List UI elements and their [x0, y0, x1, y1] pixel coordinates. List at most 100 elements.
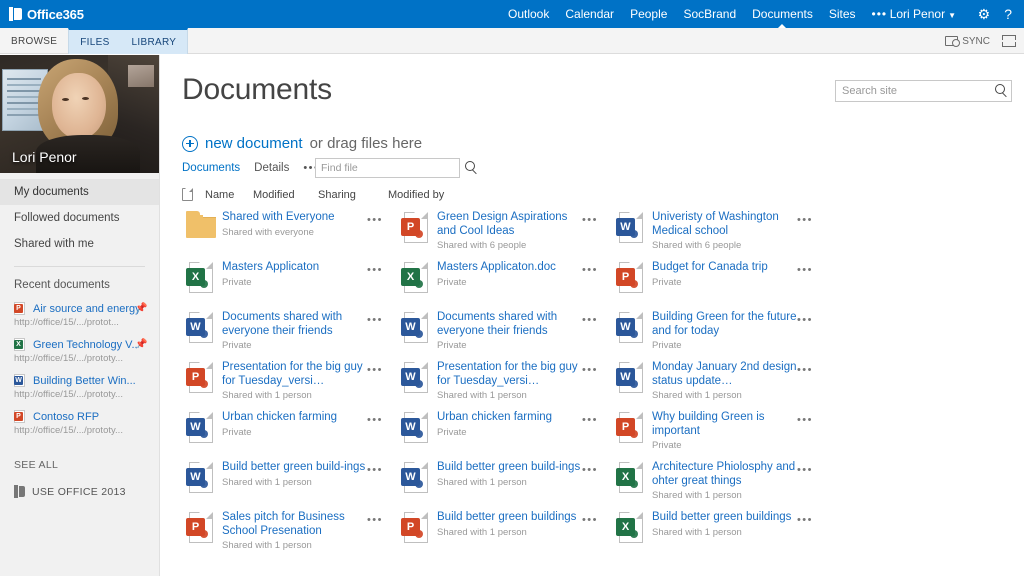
- document-tile[interactable]: W Documents shared with everyone their fr…: [397, 307, 612, 357]
- suite-nav-outlook[interactable]: Outlook: [500, 0, 557, 28]
- suite-nav-calendar[interactable]: Calendar: [557, 0, 622, 28]
- document-tile-menu-icon[interactable]: •••: [797, 314, 813, 326]
- suite-nav-documents[interactable]: Documents: [744, 0, 821, 29]
- document-tile-menu-icon[interactable]: •••: [797, 264, 813, 276]
- gear-icon[interactable]: ⚙: [978, 7, 991, 21]
- use-office-2013-link[interactable]: USE OFFICE 2013: [0, 471, 159, 498]
- document-tile-menu-icon[interactable]: •••: [582, 464, 598, 476]
- document-tile-menu-icon[interactable]: •••: [367, 464, 383, 476]
- document-tile-name[interactable]: Building Green for the future and for to…: [652, 311, 799, 338]
- document-tile[interactable]: W Build better green build-ings Shared wit…: [182, 457, 397, 507]
- document-tile-menu-icon[interactable]: •••: [367, 514, 383, 526]
- document-tile[interactable]: W Urban chicken farming Private •••: [397, 407, 612, 457]
- document-tile-menu-icon[interactable]: •••: [582, 214, 598, 226]
- recent-document-item[interactable]: P Air source and energy http://office/15…: [0, 299, 159, 335]
- suite-nav-sites[interactable]: Sites: [821, 0, 864, 28]
- sidebar-item-followed-documents[interactable]: Followed documents: [0, 205, 159, 231]
- document-tile-menu-icon[interactable]: •••: [367, 314, 383, 326]
- tab-files[interactable]: FILES: [69, 30, 120, 54]
- document-tile-name[interactable]: Why building Green is important: [652, 411, 799, 438]
- document-tile-name[interactable]: Build better green buildings: [652, 511, 799, 525]
- subnav-documents[interactable]: Documents: [182, 162, 254, 174]
- column-header-sharing[interactable]: Sharing: [318, 189, 388, 201]
- document-tile[interactable]: W Presentation for the big guy for Tuesda…: [397, 357, 612, 407]
- find-file-input[interactable]: [316, 162, 461, 174]
- document-tile[interactable]: P Why building Green is important Private •…: [612, 407, 827, 457]
- document-tile-name[interactable]: Build better green build-ings: [222, 461, 369, 475]
- sidebar-item-my-documents[interactable]: My documents: [0, 179, 159, 205]
- document-tile-name[interactable]: Sales pitch for Business School Presenat…: [222, 511, 369, 538]
- document-tile-name[interactable]: Presentation for the big guy for Tuesday…: [437, 361, 584, 388]
- site-search[interactable]: [835, 80, 1012, 102]
- document-tile-menu-icon[interactable]: •••: [797, 364, 813, 376]
- document-tile-menu-icon[interactable]: •••: [582, 514, 598, 526]
- document-tile[interactable]: W Monday January 2nd design status update…: [612, 357, 827, 407]
- document-tile-name[interactable]: Monday January 2nd design status update…: [652, 361, 799, 388]
- document-tile[interactable]: P Sales pitch for Business School Presena…: [182, 507, 397, 557]
- document-tile-name[interactable]: Green Design Aspirations and Cool Ideas: [437, 211, 584, 238]
- plus-circle-icon[interactable]: [182, 135, 198, 152]
- pin-icon[interactable]: 📌: [135, 303, 147, 314]
- document-tile[interactable]: X Architecture Phiolosphy and ohter great…: [612, 457, 827, 507]
- document-tile-menu-icon[interactable]: •••: [797, 514, 813, 526]
- document-tile-name[interactable]: Build better green build-ings: [437, 461, 584, 475]
- search-icon[interactable]: [991, 81, 1011, 101]
- document-tile-name[interactable]: Build better green buildings: [437, 511, 584, 525]
- tab-browse[interactable]: BROWSE: [0, 28, 68, 54]
- document-tile-name[interactable]: Urban chicken farming: [222, 411, 369, 425]
- new-document-link[interactable]: new document: [205, 135, 303, 152]
- sync-button[interactable]: SYNC: [945, 36, 990, 47]
- document-tile-name[interactable]: Documents shared with everyone their fri…: [222, 311, 369, 338]
- document-tile-menu-icon[interactable]: •••: [797, 464, 813, 476]
- document-tile-menu-icon[interactable]: •••: [367, 414, 383, 426]
- focus-on-content-icon[interactable]: [1002, 35, 1016, 47]
- document-tile-menu-icon[interactable]: •••: [367, 364, 383, 376]
- document-tile[interactable]: X Build better green buildings Shared with…: [612, 507, 827, 557]
- recent-document-name[interactable]: Air source and energy: [33, 303, 139, 315]
- office365-brand[interactable]: Office365: [0, 7, 84, 22]
- find-file[interactable]: [315, 158, 475, 178]
- recent-document-name[interactable]: Building Better Win...: [33, 375, 136, 387]
- document-tile-name[interactable]: Documents shared with everyone their fri…: [437, 311, 584, 338]
- recent-document-name[interactable]: Green Technology V...: [33, 339, 139, 351]
- suite-nav-socbrand[interactable]: SocBrand: [675, 0, 744, 28]
- document-tile[interactable]: P Green Design Aspirations and Cool Ideas…: [397, 207, 612, 257]
- column-header-modified-by[interactable]: Modified by: [388, 189, 444, 201]
- document-tile-name[interactable]: Urban chicken farming: [437, 411, 584, 425]
- recent-document-item[interactable]: W Building Better Win... http://office/1…: [0, 371, 159, 407]
- document-tile[interactable]: W Build better green build-ings Shared wit…: [397, 457, 612, 507]
- recent-document-item[interactable]: X Green Technology V... http://office/15…: [0, 335, 159, 371]
- document-tile[interactable]: X Masters Applicaton Private •••: [182, 257, 397, 307]
- document-tile-name[interactable]: Masters Applicaton: [222, 261, 369, 275]
- column-header-name[interactable]: Name: [193, 189, 253, 201]
- document-tile-name[interactable]: Architecture Phiolosphy and ohter great …: [652, 461, 799, 488]
- subnav-details[interactable]: Details: [254, 162, 303, 174]
- app-launcher-icon[interactable]: [9, 7, 22, 21]
- tab-library[interactable]: LIBRARY: [121, 30, 188, 54]
- document-tile-menu-icon[interactable]: •••: [582, 314, 598, 326]
- document-tile-menu-icon[interactable]: •••: [582, 414, 598, 426]
- document-tile-name[interactable]: Univeristy of Washington Medical school: [652, 211, 799, 238]
- pin-icon[interactable]: 📌: [135, 339, 147, 350]
- document-tile[interactable]: X Masters Applicaton.doc Private •••: [397, 257, 612, 307]
- document-tile-name[interactable]: Shared with Everyone: [222, 211, 369, 225]
- document-tile-name[interactable]: Budget for Canada trip: [652, 261, 799, 275]
- help-icon[interactable]: ?: [1004, 7, 1012, 21]
- document-tile-menu-icon[interactable]: •••: [367, 264, 383, 276]
- document-tile[interactable]: Shared with Everyone Shared with everyone…: [182, 207, 397, 257]
- see-all-link[interactable]: SEE ALL: [0, 443, 159, 471]
- document-tile[interactable]: W Urban chicken farming Private •••: [182, 407, 397, 457]
- document-tile[interactable]: W Univeristy of Washington Medical school…: [612, 207, 827, 257]
- document-tile[interactable]: P Budget for Canada trip Private •••: [612, 257, 827, 307]
- document-tile[interactable]: W Building Green for the future and for t…: [612, 307, 827, 357]
- user-menu[interactable]: Lori Penor ▼: [890, 0, 956, 30]
- document-tile-menu-icon[interactable]: •••: [797, 214, 813, 226]
- document-tile-name[interactable]: Masters Applicaton.doc: [437, 261, 584, 275]
- document-tile[interactable]: P Presentation for the big guy for Tuesda…: [182, 357, 397, 407]
- column-header-modified[interactable]: Modified: [253, 189, 318, 201]
- recent-document-item[interactable]: P Contoso RFP http://office/15/.../proto…: [0, 407, 159, 443]
- document-tile-menu-icon[interactable]: •••: [797, 414, 813, 426]
- document-tile-menu-icon[interactable]: •••: [367, 214, 383, 226]
- sidebar-item-shared-with-me[interactable]: Shared with me: [0, 231, 159, 257]
- document-tile-menu-icon[interactable]: •••: [582, 364, 598, 376]
